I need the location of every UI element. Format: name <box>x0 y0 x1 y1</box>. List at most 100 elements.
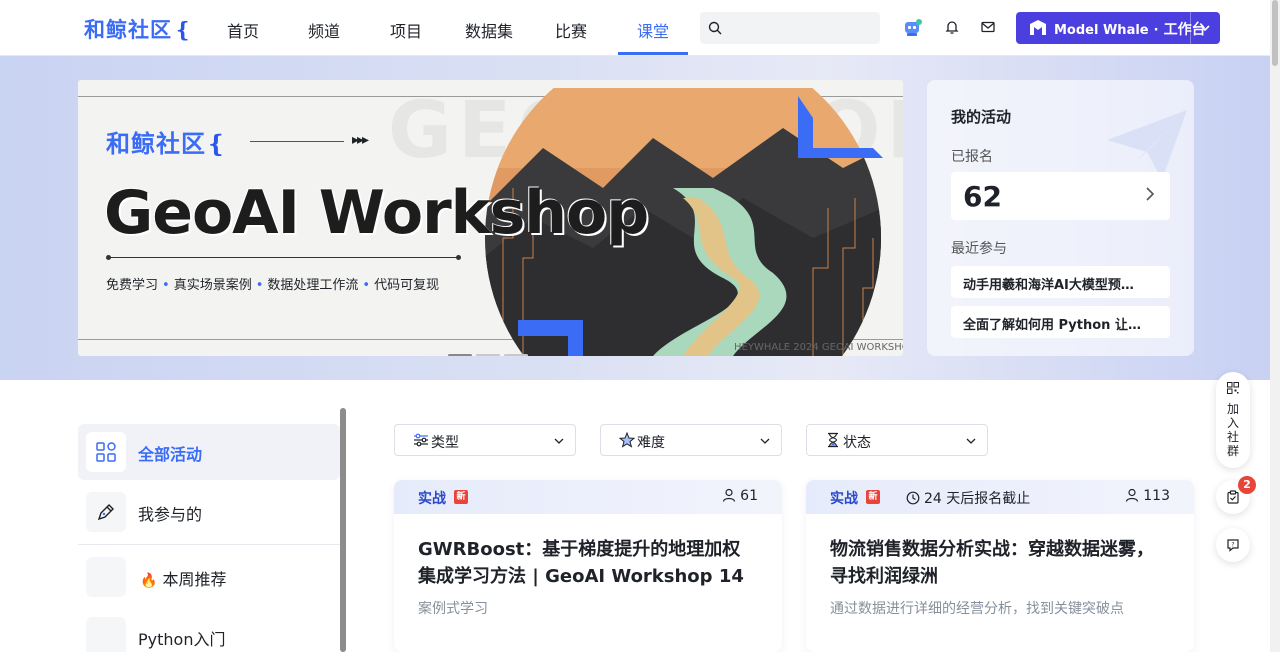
registered-count-card[interactable]: 62 <box>951 172 1170 220</box>
activity-card[interactable]: 实战 新 61 GWRBoost：基于梯度提升的地理加权集成学习方法 | Geo… <box>394 480 782 652</box>
carousel-dot[interactable] <box>448 354 472 356</box>
hourglass-icon <box>828 432 838 448</box>
sidebar-item-label: Python入门 <box>138 630 226 649</box>
registered-count: 62 <box>963 180 1002 213</box>
banner-tag: 真实场景案例 <box>173 278 252 293</box>
page-scrollbar-thumb[interactable] <box>1272 0 1278 66</box>
mail-icon[interactable] <box>980 19 998 37</box>
card-title[interactable]: GWRBoost：基于梯度提升的地理加权集成学习方法 | GeoAI Works… <box>418 536 758 590</box>
sidebar-divider <box>78 544 340 545</box>
banner-rule-dot-right <box>456 255 461 260</box>
bell-icon[interactable] <box>944 19 962 37</box>
category-sidebar: 全部活动 我参与的 🔥 本周推荐 Python入门 <box>78 424 340 652</box>
join-community-button[interactable]: 加入社群 <box>1216 372 1250 468</box>
recent-label: 最近参与 <box>951 241 1007 257</box>
card-type-label: 实战 <box>418 491 446 507</box>
logo-mark: ❴ <box>174 18 193 42</box>
sidebar-item-label: 我参与的 <box>138 505 203 524</box>
grid-icon <box>96 442 116 462</box>
user-icon <box>1126 488 1139 502</box>
registered-label: 已报名 <box>951 149 993 165</box>
filter-label: 状态 <box>843 435 871 451</box>
sidebar-item-weekly-picks[interactable]: 🔥 本周推荐 <box>78 549 340 605</box>
nav-home[interactable]: 首页 <box>227 18 259 42</box>
active-tab-indicator <box>618 52 688 55</box>
card-type-label: 实战 <box>830 491 858 507</box>
banner-footer: HEYWHALE 2024 GEOAI WORKSHOP <box>734 342 903 353</box>
join-community-label: 加入社群 <box>1227 402 1240 458</box>
paper-plane-icon <box>1107 110 1187 180</box>
qr-code-icon <box>1227 382 1239 394</box>
help-button[interactable]: ? <box>1216 528 1250 562</box>
activity-card[interactable]: 实战 新 24 天后报名截止 113 物流销售数据分析实战：穿越数据迷雾，寻找利… <box>806 480 1194 652</box>
search-box[interactable] <box>700 12 880 44</box>
chevron-down-icon[interactable] <box>1198 21 1212 35</box>
sidebar-item-all-activities[interactable]: 全部活动 <box>78 424 340 480</box>
clock-icon <box>906 491 920 505</box>
filter-difficulty[interactable]: 难度 <box>600 424 782 456</box>
carousel-dot[interactable] <box>476 354 500 356</box>
participant-count: 113 <box>1143 488 1170 504</box>
help-chat-icon: ? <box>1227 539 1239 552</box>
deadline-text: 24 天后报名截止 <box>924 491 1031 507</box>
sidebar-item-joined[interactable]: 我参与的 <box>78 484 340 540</box>
banner-tags: 免费学习 • 真实场景案例 • 数据处理工作流 • 代码可复现 <box>106 278 440 293</box>
card-participants: 113 <box>1125 488 1170 504</box>
fire-icon: 🔥 <box>140 573 158 589</box>
card-description: 案例式学习 <box>418 601 488 617</box>
banner-logo-mark: ❴ <box>206 130 228 158</box>
nav-channel[interactable]: 频道 <box>308 18 340 42</box>
svg-text:?: ? <box>1231 542 1234 549</box>
notification-badge: 2 <box>1238 476 1256 494</box>
filter-status[interactable]: 状态 <box>806 424 988 456</box>
banner-title: GeoAI Workshop <box>104 178 649 248</box>
carousel-dot[interactable] <box>504 354 528 356</box>
banner-tag: 免费学习 <box>106 278 159 293</box>
page-scrollbar[interactable] <box>1270 0 1280 652</box>
clipboard-check-icon <box>1227 490 1239 504</box>
python-icon <box>86 617 126 652</box>
workbench-brand: Model Whale <box>1054 23 1149 38</box>
user-icon <box>723 488 736 502</box>
chevron-down-icon <box>760 438 770 444</box>
logo-text: 和鲸社区 <box>84 18 172 42</box>
pen-icon <box>97 504 114 521</box>
my-activity-panel: 我的活动 已报名 62 最近参与 动手用羲和海洋AI大模型预… 全面了解如何用 … <box>927 80 1194 356</box>
banner-title-rule <box>108 257 460 258</box>
banner-logo-rule <box>250 141 344 142</box>
banner-tag: 数据处理工作流 <box>267 278 359 293</box>
card-title[interactable]: 物流销售数据分析实战：穿越数据迷雾，寻找利润绿洲 <box>830 536 1170 590</box>
site-logo[interactable]: 和鲸社区❴ <box>84 14 193 44</box>
workshop-banner[interactable]: GEOAI WORKSHOP 和鲸社区❴ ▸▸▸ Ge <box>78 80 903 356</box>
weekly-picks-icon <box>86 557 126 597</box>
filter-label: 难度 <box>637 435 665 451</box>
star-icon <box>619 432 635 448</box>
assistant-icon[interactable] <box>902 17 924 39</box>
sliders-icon <box>414 433 428 447</box>
sidebar-item-label: 全部活动 <box>138 445 203 464</box>
banner-tag: 代码可复现 <box>374 278 440 293</box>
card-deadline: 24 天后报名截止 <box>906 488 1030 508</box>
card-participants: 61 <box>722 488 758 504</box>
card-description: 通过数据进行详细的经营分析，找到关键突破点 <box>830 601 1124 617</box>
banner-logo: 和鲸社区❴ <box>106 124 227 159</box>
nav-projects[interactable]: 项目 <box>390 18 422 42</box>
recent-activity-item[interactable]: 全面了解如何用 Python 让… <box>951 306 1170 338</box>
workbench-dot: · <box>1153 23 1159 38</box>
filter-label: 类型 <box>431 435 459 451</box>
sidebar-item-python-intro[interactable]: Python入门 <box>78 609 340 652</box>
chevron-down-icon <box>966 438 976 444</box>
nav-classroom[interactable]: 课堂 <box>637 18 669 42</box>
sidebar-scrollbar-thumb[interactable] <box>340 408 346 652</box>
recent-activity-item[interactable]: 动手用羲和海洋AI大模型预… <box>951 266 1170 298</box>
filter-type[interactable]: 类型 <box>394 424 576 456</box>
chevron-down-icon <box>554 438 564 444</box>
nav-datasets[interactable]: 数据集 <box>465 18 513 42</box>
workbench-button[interactable]: Model Whale · 工作台 <box>1016 12 1220 44</box>
chevron-right-icon <box>1146 187 1155 201</box>
participant-count: 61 <box>740 488 758 504</box>
sidebar-item-label: 本周推荐 <box>162 570 227 589</box>
hero-section: GEOAI WORKSHOP 和鲸社区❴ ▸▸▸ Ge <box>0 56 1270 380</box>
nav-competitions[interactable]: 比赛 <box>555 18 587 42</box>
banner-logo-text: 和鲸社区 <box>106 130 206 158</box>
